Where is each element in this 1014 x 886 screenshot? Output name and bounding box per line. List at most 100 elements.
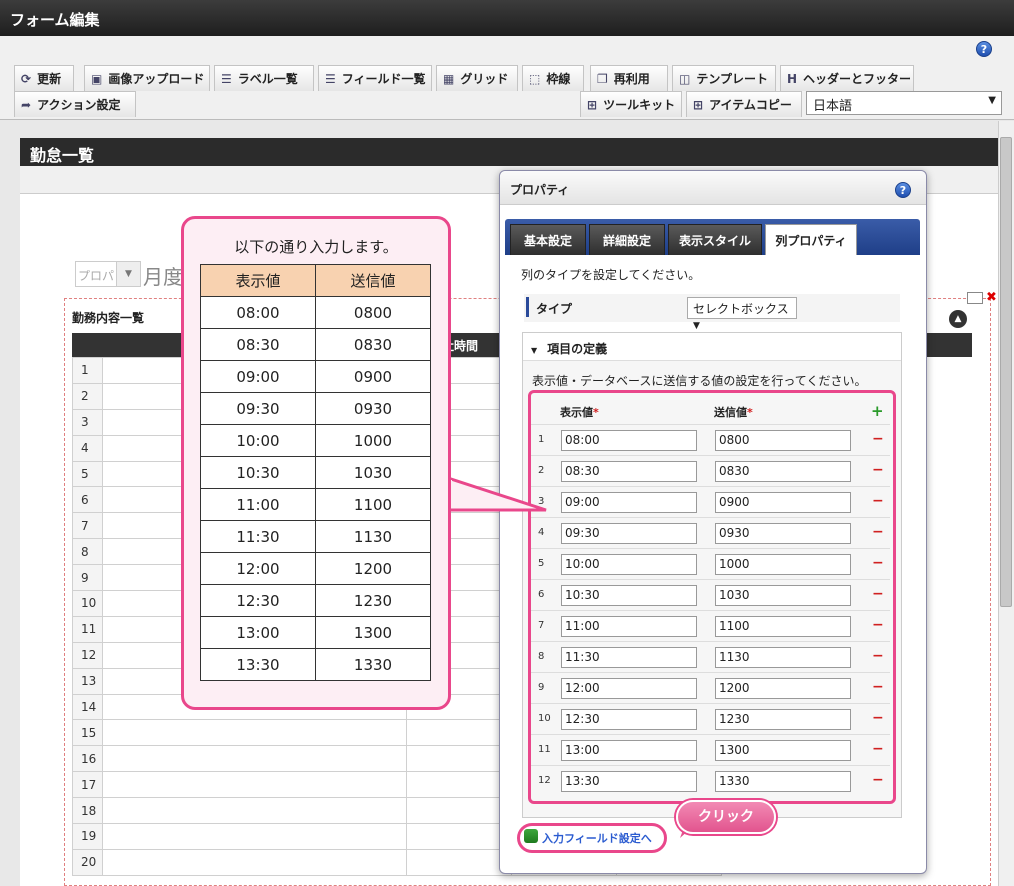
template-button[interactable]: ◫ テンプレート [672,65,776,91]
table-grid-icon[interactable] [967,292,983,304]
callout-send: 1200 [315,552,431,585]
input-field-icon [524,829,538,843]
chevron-down-icon: ▼ [693,321,700,331]
callout-table: 表示値 送信値 08:00 0800 08:30 0830 09:00 0900 09:30 0… [200,264,431,681]
callout-send: 0800 [315,296,431,329]
type-label: タイプ [536,302,573,316]
cell[interactable] [406,771,513,799]
grid-icon: ▦ [443,71,455,86]
cell[interactable] [406,848,513,876]
row-number: 9 [72,564,103,592]
properties-help-icon[interactable]: ? [895,182,911,198]
row-number: 10 [72,590,103,617]
row-number: 18 [72,797,103,825]
callout-tail [448,476,547,512]
row-number: 11 [72,615,103,643]
image-upload-icon: ▣ [91,71,103,86]
row-number: 14 [72,693,103,721]
cell[interactable] [101,797,408,825]
toolkit-button[interactable]: ⊞ ツールキット [580,91,682,117]
action-icon: ➦ [21,97,32,112]
window-title: フォーム編集 [0,0,1014,36]
callout-row: 09:00 0900 [200,360,431,393]
header-footer-icon: H [787,71,798,86]
tab-detail[interactable]: 詳細設定 [589,224,665,255]
scrollbar-thumb[interactable] [1000,137,1012,607]
row-number: 4 [72,434,103,462]
language-select[interactable]: 日本語 ▼ [806,91,1002,115]
row-number: 12 [72,641,103,669]
row-number: 3 [72,408,103,436]
tab-basic[interactable]: 基本設定 [510,224,586,255]
header-footer-button[interactable]: H ヘッダーとフッター [780,65,914,91]
callout-display: 08:00 [200,296,316,329]
item-copy-icon: ⊞ [693,97,704,112]
row-number: 13 [72,667,103,695]
reuse-icon: ❐ [597,71,608,86]
row-number: 8 [72,538,103,566]
collapse-icon[interactable]: ▲ [949,310,967,328]
label-list-button[interactable]: ☰ ラベル一覧 [214,65,314,91]
item-copy-button[interactable]: ⊞ アイテムコピー [686,91,802,117]
cell[interactable] [101,745,408,773]
callout-row: 12:00 1200 [200,552,431,585]
callout-title: 以下の通り入力します。 [234,238,398,256]
row-number: 6 [72,486,103,514]
delete-icon[interactable]: ✖ [986,290,997,305]
callout-row: 08:30 0830 [200,328,431,361]
image-upload-button[interactable]: ▣ 画像アップロード [84,65,210,91]
cell[interactable] [406,823,513,850]
input-field-settings-link[interactable]: 入力フィールド設定へ [542,830,652,846]
help-row: ? [0,36,1014,62]
callout-col-display: 表示値 [200,264,316,297]
callout-display: 12:00 [200,552,316,585]
callout-send: 1030 [315,456,431,489]
month-label: 月度 [143,265,183,289]
cell[interactable] [101,848,408,876]
properties-title: プロパティ [500,171,926,205]
border-button[interactable]: ⬚ 枠線 [522,65,584,91]
callout-send: 0900 [315,360,431,393]
callout-send: 1130 [315,520,431,553]
cell[interactable] [406,745,513,773]
callout-display: 12:30 [200,584,316,617]
cell[interactable] [406,797,513,825]
callout-send: 0930 [315,392,431,425]
row-number: 2 [72,382,103,410]
type-marker [526,297,529,317]
form-title: 勤怠一覧 [20,138,998,166]
item-definition-header[interactable]: ▼ 項目の定義 [523,333,901,361]
template-icon: ◫ [679,71,691,86]
callout-row: 13:30 1330 [200,648,431,681]
refresh-icon: ⟳ [21,71,32,86]
callout-send: 1230 [315,584,431,617]
update-button[interactable]: ⟳ 更新 [14,65,74,91]
row-number: 5 [72,460,103,488]
year-select[interactable]: プロパ ▼ [75,261,141,287]
callout-send: 1000 [315,424,431,457]
grid-button[interactable]: ▦ グリッド [436,65,518,91]
help-icon[interactable]: ? [976,41,992,57]
cell[interactable] [406,719,513,747]
cell[interactable] [101,823,408,850]
callout-row: 10:30 1030 [200,456,431,489]
callout-display: 13:30 [200,648,316,681]
row-number: 20 [72,848,103,876]
chevron-down-icon: ▼ [988,95,996,106]
callout-row: 12:30 1230 [200,584,431,617]
cell[interactable] [101,719,408,747]
callout-row: 08:00 0800 [200,296,431,329]
callout-row: 10:00 1000 [200,424,431,457]
click-callout: クリック [676,800,776,834]
cell[interactable] [101,771,408,799]
type-select[interactable]: セレクトボックス ▼ [687,297,797,331]
reuse-button[interactable]: ❐ 再利用 [590,65,668,91]
tab-column-properties[interactable]: 列プロパティ [765,224,857,255]
label-list-icon: ☰ [221,71,232,86]
action-settings-button[interactable]: ➦ アクション設定 [14,91,136,117]
callout-display: 11:30 [200,520,316,553]
row-number: 7 [72,512,103,540]
callout-row: 13:00 1300 [200,616,431,649]
field-list-button[interactable]: ☰ フィールド一覧 [318,65,432,91]
tab-display-style[interactable]: 表示スタイル [668,224,762,255]
